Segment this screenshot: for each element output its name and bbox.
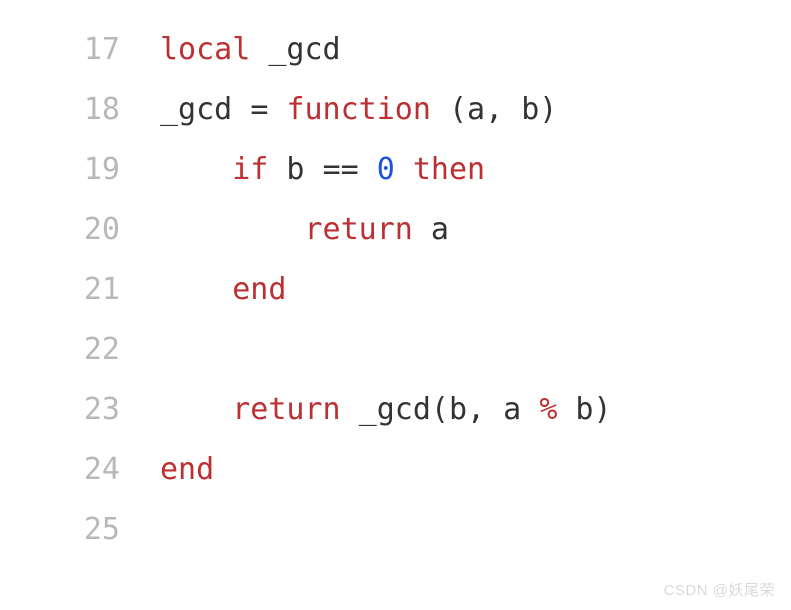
line-number: 17 [0,20,160,80]
code-content: _gcd = function (a, b) [160,80,557,140]
token-number: 0 [377,152,395,187]
token-keyword: end [232,272,286,307]
code-line: 25 [0,500,791,560]
code-content: end [160,440,214,500]
line-number: 23 [0,380,160,440]
token-indent [160,152,232,187]
code-line: 22 [0,320,791,380]
code-content: return a [160,200,449,260]
token-indent [160,392,232,427]
code-line: 19 if b == 0 then [0,140,791,200]
token-operator: == [323,152,377,187]
token-identifier: b) [557,392,611,427]
token-keyword: local [160,32,250,67]
token-identifier: b [268,152,322,187]
token-keyword: function [286,92,431,127]
code-content: local _gcd [160,20,341,80]
token-space [395,152,413,187]
token-identifier: a [413,212,449,247]
line-number: 21 [0,260,160,320]
token-indent [160,212,305,247]
code-line: 21 end [0,260,791,320]
code-block: 17 local _gcd 18 _gcd = function (a, b) … [0,0,791,580]
token-keyword: if [232,152,268,187]
line-number: 19 [0,140,160,200]
token-keyword: return [305,212,413,247]
line-number: 18 [0,80,160,140]
token-identifier: _gcd [250,32,340,67]
line-number: 24 [0,440,160,500]
code-line: 24 end [0,440,791,500]
token-operator: = [250,92,286,127]
token-keyword: return [232,392,340,427]
line-number: 20 [0,200,160,260]
code-line: 23 return _gcd(b, a % b) [0,380,791,440]
code-content: return _gcd(b, a % b) [160,380,612,440]
watermark: CSDN @妖尾荣 [664,579,775,600]
token-identifier: _gcd [160,92,250,127]
code-content: end [160,260,286,320]
token-indent [160,272,232,307]
token-operator: % [539,392,557,427]
token-identifier: (a, b) [431,92,557,127]
token-keyword: then [413,152,485,187]
line-number: 22 [0,320,160,380]
code-content: if b == 0 then [160,140,485,200]
token-identifier: _gcd(b, a [341,392,540,427]
token-keyword: end [160,452,214,487]
code-line: 18 _gcd = function (a, b) [0,80,791,140]
code-line: 20 return a [0,200,791,260]
code-line: 17 local _gcd [0,20,791,80]
line-number: 25 [0,500,160,560]
